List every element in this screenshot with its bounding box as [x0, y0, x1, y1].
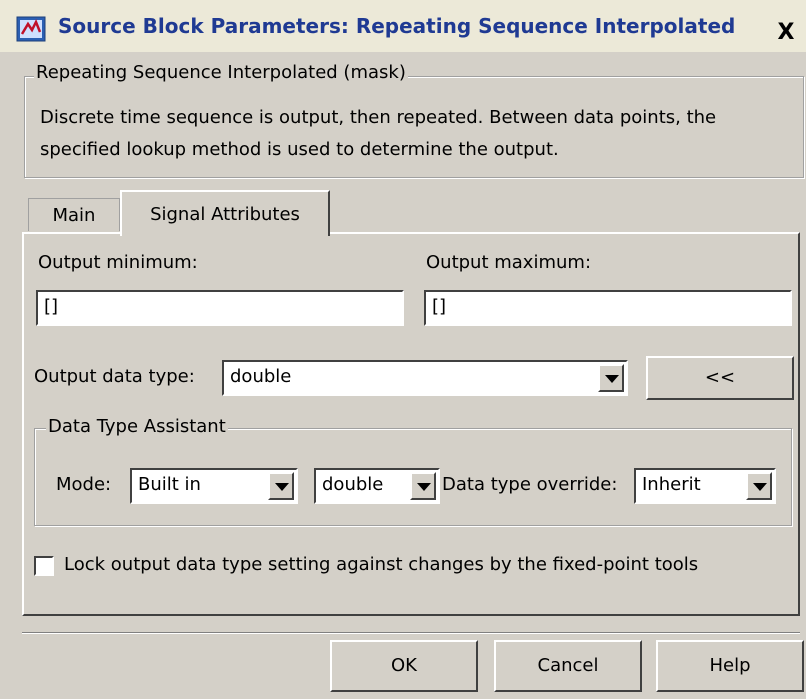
window-title: Source Block Parameters: Repeating Seque…	[58, 14, 736, 38]
data-type-override-value: Inherit	[642, 474, 701, 495]
title-bar[interactable]: Source Block Parameters: Repeating Seque…	[0, 0, 806, 52]
output-data-type-select[interactable]: double	[222, 360, 628, 396]
mode-value: Built in	[138, 474, 201, 495]
mask-description: Discrete time sequence is output, then r…	[40, 107, 717, 160]
data-type-override-label: Data type override:	[442, 474, 618, 495]
cancel-button-label: Cancel	[537, 655, 599, 676]
close-icon: X	[777, 20, 795, 45]
lock-data-type-checkbox[interactable]	[34, 556, 54, 576]
tab-main-label: Main	[52, 205, 96, 226]
output-min-label: Output minimum:	[38, 252, 198, 273]
output-data-type-label: Output data type:	[34, 366, 195, 387]
help-button[interactable]: Help	[656, 640, 804, 692]
ok-button[interactable]: OK	[330, 640, 478, 692]
help-button-label: Help	[709, 655, 751, 676]
tab-signal-attributes-label: Signal Attributes	[150, 204, 300, 225]
mode-label: Mode:	[56, 474, 112, 495]
data-type-assistant-toggle-button[interactable]: <<	[646, 356, 794, 400]
data-type-assistant-toggle-label: <<	[704, 367, 736, 388]
ok-button-label: OK	[391, 655, 417, 676]
mode-select[interactable]: Built in	[130, 468, 298, 504]
mask-group-label: Repeating Sequence Interpolated (mask)	[34, 62, 408, 83]
data-type-override-select[interactable]: Inherit	[634, 468, 776, 504]
tab-signal-attributes[interactable]: Signal Attributes	[120, 190, 330, 236]
dropdown-arrow-icon[interactable]	[268, 472, 294, 500]
dropdown-arrow-icon[interactable]	[598, 364, 624, 392]
button-separator	[22, 632, 800, 634]
output-data-type-value: double	[230, 366, 292, 387]
dropdown-arrow-icon[interactable]	[746, 472, 772, 500]
tab-main[interactable]: Main	[28, 198, 120, 231]
close-button[interactable]: X	[772, 20, 800, 46]
lock-data-type-label[interactable]: Lock output data type setting against ch…	[64, 554, 698, 575]
output-max-label: Output maximum:	[426, 252, 592, 273]
data-type-assistant-label: Data Type Assistant	[46, 416, 228, 437]
cancel-button[interactable]: Cancel	[494, 640, 642, 692]
output-min-input[interactable]: []	[36, 290, 404, 326]
simulink-app-icon	[16, 16, 46, 42]
builtin-type-select[interactable]: double	[314, 468, 440, 504]
dropdown-arrow-icon[interactable]	[410, 472, 436, 500]
output-max-input[interactable]: []	[424, 290, 792, 326]
builtin-type-value: double	[322, 474, 384, 495]
